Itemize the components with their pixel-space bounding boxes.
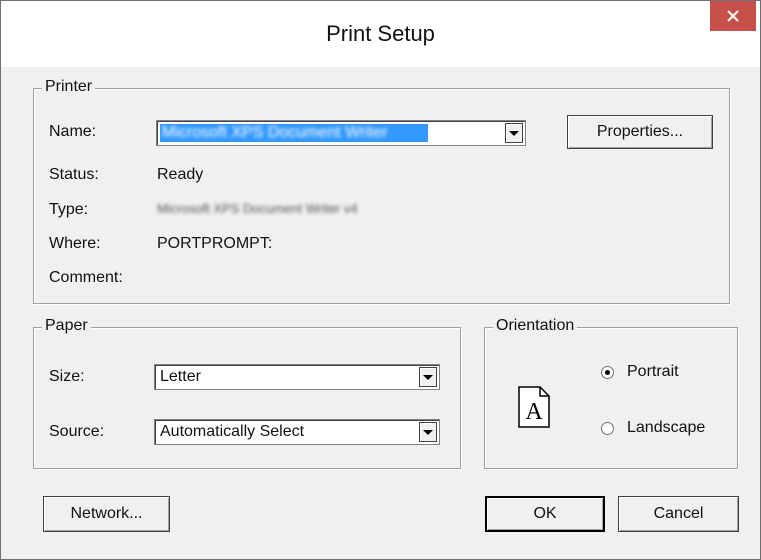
page-icon-letter: A — [525, 399, 543, 425]
type-label: Type: — [49, 201, 89, 218]
paper-size-label: Size: — [49, 368, 85, 385]
close-icon — [727, 10, 739, 22]
chevron-down-icon — [423, 374, 433, 380]
portrait-label[interactable]: Portrait — [627, 363, 679, 381]
orientation-group: Orientation A Portrait Landscape — [484, 317, 738, 469]
landscape-label[interactable]: Landscape — [627, 419, 705, 437]
landscape-radio[interactable] — [601, 422, 614, 435]
where-value: PORTPROMPT: — [157, 235, 273, 252]
paper-source-label: Source: — [49, 423, 105, 440]
close-button[interactable] — [710, 1, 756, 31]
network-button[interactable]: Network... — [43, 496, 170, 532]
type-value: Microsoft XPS Document Writer v4 — [157, 201, 358, 216]
paper-source-value: Automatically Select — [160, 423, 305, 440]
print-setup-dialog: Print Setup Printer Name: Microsoft XPS … — [0, 0, 761, 560]
cancel-button[interactable]: Cancel — [618, 496, 739, 532]
printer-name-label: Name: — [49, 123, 97, 140]
paper-group: Paper Size: Letter Source: Automatically… — [33, 317, 461, 469]
status-value: Ready — [157, 166, 204, 183]
printer-group: Printer Name: Microsoft XPS Document Wri… — [33, 78, 730, 304]
paper-size-select[interactable]: Letter — [154, 364, 440, 390]
ok-button[interactable]: OK — [485, 496, 605, 532]
status-label: Status: — [49, 166, 99, 183]
portrait-radio-dot — [605, 370, 610, 375]
where-label: Where: — [49, 235, 101, 252]
paper-size-value: Letter — [160, 368, 201, 385]
portrait-radio[interactable] — [601, 366, 614, 379]
paper-source-dropdown-button[interactable] — [419, 422, 437, 442]
portrait-page-icon: A — [518, 386, 550, 428]
dialog-body: Printer Name: Microsoft XPS Document Wri… — [13, 67, 748, 549]
printer-name-value: Microsoft XPS Document Writer — [162, 124, 388, 141]
comment-label: Comment: — [49, 269, 123, 286]
paper-source-select[interactable]: Automatically Select — [154, 419, 440, 445]
printer-name-select[interactable]: Microsoft XPS Document Writer — [156, 120, 526, 146]
chevron-down-icon — [509, 130, 519, 136]
printer-group-legend: Printer — [42, 78, 96, 96]
orientation-group-legend: Orientation — [493, 317, 578, 335]
dialog-title: Print Setup — [326, 21, 435, 46]
properties-button[interactable]: Properties... — [567, 115, 713, 149]
chevron-down-icon — [423, 429, 433, 435]
paper-group-legend: Paper — [42, 317, 91, 335]
paper-size-dropdown-button[interactable] — [419, 367, 437, 387]
printer-name-dropdown-button[interactable] — [505, 123, 523, 143]
title-bar: Print Setup — [1, 1, 760, 67]
